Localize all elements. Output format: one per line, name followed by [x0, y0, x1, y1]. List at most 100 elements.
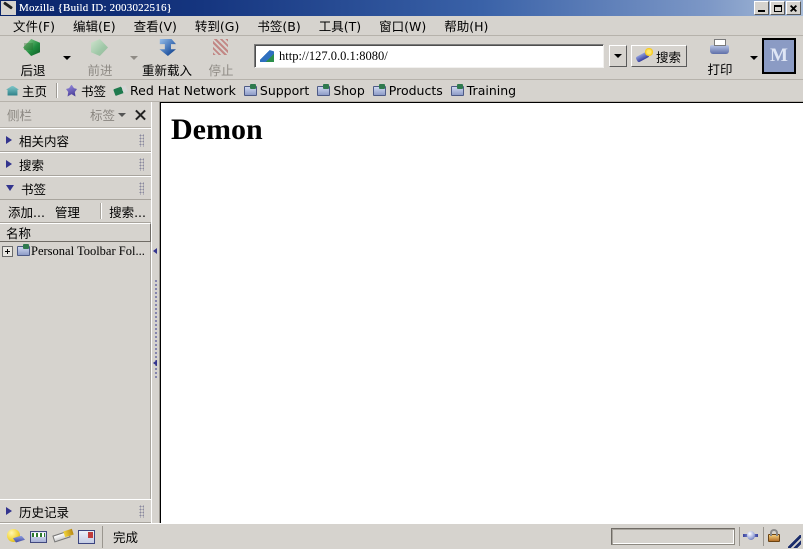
stop-button[interactable]: 停止: [194, 37, 248, 79]
menu-tools[interactable]: 工具(T): [310, 14, 370, 37]
lock-icon[interactable]: [763, 527, 785, 546]
panel-grip-icon[interactable]: [139, 157, 144, 171]
home-icon: [5, 84, 20, 98]
navigation-toolbar: 后退 前进 重新载入 停止 http://127.0.0.1:8080/ 搜索 …: [0, 36, 803, 80]
list-item[interactable]: Personal Toolbar Fol...: [0, 242, 150, 260]
bookmark-home[interactable]: 主页: [3, 80, 52, 101]
menu-edit[interactable]: 编辑(E): [64, 14, 125, 37]
bookmarks-tree[interactable]: Personal Toolbar Fol...: [0, 242, 151, 499]
status-bar: 完成: [0, 523, 803, 549]
rendered-page: Demon: [161, 103, 803, 523]
panel-grip-icon[interactable]: [139, 504, 144, 518]
url-input-value[interactable]: http://127.0.0.1:8080/: [279, 49, 601, 64]
search-button[interactable]: 搜索: [630, 45, 687, 67]
window-resize-grip[interactable]: [787, 534, 801, 548]
minimize-icon: [758, 10, 765, 12]
page-title: Demon: [171, 113, 263, 146]
composer-icon[interactable]: [52, 528, 74, 546]
forward-history-dropdown[interactable]: [127, 38, 140, 78]
chevron-down-icon: [118, 112, 126, 117]
personal-toolbar: 主页 书签 Red Hat Network Support Shop Produ…: [0, 80, 803, 102]
bookmark-shop-label: Shop: [333, 83, 365, 98]
sidebar-panel-bookmarks[interactable]: 书签: [0, 176, 151, 200]
bookmark-redhat-network[interactable]: Red Hat Network: [111, 82, 241, 99]
sidebar-header: 侧栏 标签: [0, 102, 151, 128]
search-button-label: 搜索: [655, 49, 681, 65]
bookmark-shop[interactable]: Shop: [314, 82, 369, 99]
chevron-down-icon: [129, 56, 138, 60]
reload-button[interactable]: 重新载入: [140, 37, 194, 79]
bookmarks-search-button[interactable]: 搜索...: [104, 200, 151, 223]
mozilla-throbber-button[interactable]: M: [762, 38, 796, 74]
maximize-button[interactable]: [770, 1, 785, 15]
printer-icon: [707, 38, 733, 58]
print-button[interactable]: 打印: [693, 37, 747, 79]
bookmark-products[interactable]: Products: [370, 82, 448, 99]
menu-bookmarks[interactable]: 书签(B): [248, 14, 309, 37]
menu-file[interactable]: 文件(F): [4, 14, 64, 37]
window-title: Mozilla {Build ID: 2003022516}: [19, 2, 173, 14]
splitter-collapse-arrow-icon[interactable]: [153, 360, 157, 366]
page-content-area[interactable]: Demon: [160, 102, 803, 523]
print-dropdown[interactable]: [747, 38, 760, 78]
sidebar-tabs-menu[interactable]: 标签: [90, 105, 126, 124]
addressbook-icon[interactable]: [76, 528, 98, 546]
bookmark-bookmarks[interactable]: 书签: [62, 80, 111, 101]
triangle-right-icon: [6, 507, 12, 515]
menu-bar: 文件(F) 编辑(E) 查看(V) 转到(G) 书签(B) 工具(T) 窗口(W…: [0, 16, 803, 36]
sidebar-splitter[interactable]: [151, 102, 160, 523]
stop-button-label: 停止: [208, 63, 234, 78]
bookmarks-panel-toolbar: 添加... 管理 搜索...: [0, 200, 151, 223]
menu-view[interactable]: 查看(V): [125, 14, 186, 37]
bookmarks-add-button[interactable]: 添加...: [3, 200, 50, 223]
window-system-menu-icon[interactable]: [1, 1, 16, 15]
panel-grip-icon[interactable]: [139, 133, 144, 147]
toolbar-separator: [56, 83, 59, 98]
folder-icon: [450, 83, 465, 98]
sidebar-panel-history[interactable]: 历史记录: [0, 499, 151, 523]
bookmark-home-label: 主页: [22, 84, 48, 99]
back-button-label: 后退: [20, 63, 46, 78]
maximize-icon: [774, 5, 782, 12]
splitter-collapse-arrow-icon[interactable]: [153, 248, 157, 254]
folder-icon: [16, 244, 31, 258]
sidebar-panel-related-label: 相关内容: [19, 133, 70, 149]
back-history-dropdown[interactable]: [60, 38, 73, 78]
bookmark-training[interactable]: Training: [448, 82, 521, 99]
navigator-icon[interactable]: [4, 528, 26, 546]
pen-icon: [113, 84, 128, 98]
triangle-right-icon: [6, 160, 12, 168]
mail-icon[interactable]: [28, 528, 50, 546]
close-button[interactable]: [786, 1, 801, 15]
status-message: 完成: [113, 530, 139, 545]
menu-window[interactable]: 窗口(W): [370, 14, 435, 37]
folder-icon: [243, 83, 258, 98]
sidebar-panel-search[interactable]: 搜索: [0, 152, 151, 176]
bookmark-support-label: Support: [259, 83, 310, 98]
menu-go[interactable]: 转到(G): [186, 14, 248, 37]
bookmark-bookmarks-label: 书签: [81, 84, 107, 99]
bookmarks-column-header-name[interactable]: 名称: [0, 223, 151, 242]
expand-plus-icon[interactable]: [2, 245, 13, 257]
chevron-down-icon: [62, 56, 71, 60]
forward-arrow-icon: [88, 37, 112, 59]
folder-icon: [372, 83, 387, 98]
list-item-label: Personal Toolbar Fol...: [31, 243, 145, 258]
url-bar[interactable]: http://127.0.0.1:8080/: [254, 44, 604, 68]
minimize-button[interactable]: [754, 1, 769, 15]
sidebar-close-button[interactable]: [134, 108, 147, 121]
sidebar-panel-related[interactable]: 相关内容: [0, 128, 151, 152]
reload-icon: [155, 37, 179, 59]
toolbar-separator: [100, 203, 103, 219]
stop-icon: [209, 37, 233, 59]
bookmark-support[interactable]: Support: [241, 82, 314, 99]
bookmarks-manage-button[interactable]: 管理: [50, 200, 85, 223]
back-button[interactable]: 后退: [6, 37, 60, 79]
close-icon: [790, 5, 797, 12]
url-history-dropdown[interactable]: [608, 45, 627, 67]
connection-icon[interactable]: [739, 527, 761, 546]
forward-button[interactable]: 前进: [73, 37, 127, 79]
window-controls: [754, 1, 801, 15]
menu-help[interactable]: 帮助(H): [435, 14, 497, 37]
panel-grip-icon[interactable]: [139, 181, 144, 195]
